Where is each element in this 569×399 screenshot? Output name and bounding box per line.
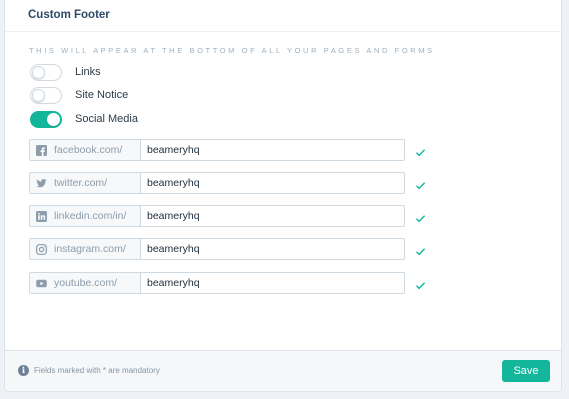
linkedin-handle-input[interactable] (141, 206, 404, 226)
instagram-icon (36, 243, 47, 255)
youtube-prefix-text: youtube.com/ (54, 277, 118, 289)
twitter-prefix-text: twitter.com/ (54, 177, 108, 189)
social-media-toggle[interactable] (30, 110, 62, 128)
save-button[interactable]: Save (502, 360, 550, 382)
twitter-icon (36, 178, 47, 189)
twitter-url-field: twitter.com/ (29, 172, 405, 194)
toggle-row-site-notice: Site Notice (30, 86, 128, 104)
toggle-knob (47, 112, 60, 126)
linkedin-url-field: linkedin.com/in/ (29, 205, 405, 227)
toggle-row-links: Links (30, 63, 101, 81)
facebook-icon (36, 144, 47, 156)
facebook-handle-input[interactable] (141, 140, 404, 160)
facebook-prefix-text: facebook.com/ (54, 144, 123, 156)
twitter-prefix: twitter.com/ (30, 173, 141, 193)
links-toggle[interactable] (30, 63, 62, 81)
panel-title: Custom Footer (28, 9, 110, 21)
twitter-handle-input[interactable] (141, 173, 404, 193)
toggle-label-site-notice: Site Notice (75, 89, 129, 101)
facebook-valid-check-icon (415, 145, 426, 157)
youtube-prefix: youtube.com/ (30, 273, 141, 293)
facebook-prefix: facebook.com/ (30, 140, 141, 160)
header-divider (5, 31, 561, 32)
youtube-handle-input[interactable] (141, 273, 404, 293)
panel-subtitle: This will appear at the bottom of all yo… (29, 46, 435, 55)
instagram-prefix-text: instagram.com/ (54, 243, 126, 255)
custom-footer-panel: Custom Footer This will appear at the bo… (4, 0, 562, 392)
linkedin-icon (36, 210, 47, 222)
linkedin-valid-check-icon (415, 211, 426, 223)
instagram-valid-check-icon (415, 244, 426, 256)
toggle-label-social-media: Social Media (75, 113, 138, 125)
mandatory-note-text: Fields marked with * are mandatory (34, 366, 160, 375)
panel-footer: i Fields marked with * are mandatory Sav… (5, 351, 561, 391)
linkedin-prefix: linkedin.com/in/ (30, 206, 141, 226)
toggle-row-social-media: Social Media (30, 110, 138, 128)
info-icon: i (18, 365, 29, 376)
mandatory-note: i Fields marked with * are mandatory (18, 365, 160, 376)
toggle-knob (32, 65, 45, 79)
toggle-label-links: Links (75, 66, 101, 78)
youtube-url-field: youtube.com/ (29, 272, 405, 294)
instagram-prefix: instagram.com/ (30, 239, 141, 259)
youtube-icon (36, 278, 47, 289)
toggle-knob (32, 88, 45, 102)
facebook-url-field: facebook.com/ (29, 139, 405, 161)
site-notice-toggle[interactable] (30, 86, 62, 104)
instagram-handle-input[interactable] (141, 239, 404, 259)
linkedin-prefix-text: linkedin.com/in/ (54, 210, 127, 222)
twitter-valid-check-icon (415, 178, 426, 190)
youtube-valid-check-icon (415, 278, 426, 290)
instagram-url-field: instagram.com/ (29, 238, 405, 260)
